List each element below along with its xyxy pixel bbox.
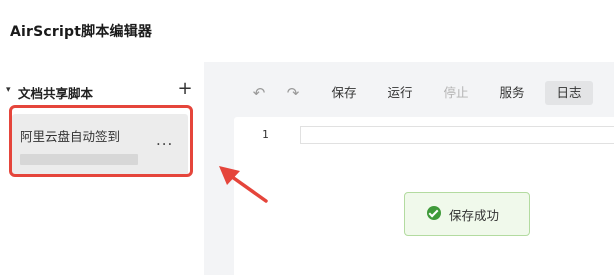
success-toast: 保存成功 bbox=[404, 192, 530, 236]
run-button[interactable]: 运行 bbox=[384, 81, 416, 105]
stop-button[interactable]: 停止 bbox=[440, 81, 472, 105]
save-button[interactable]: 保存 bbox=[328, 81, 360, 105]
add-script-button[interactable]: + bbox=[176, 78, 194, 100]
top-bar: AirScript脚本编辑器 bbox=[0, 0, 614, 62]
redo-icon[interactable]: ↷ bbox=[284, 81, 302, 105]
app-title: AirScript脚本编辑器 bbox=[10, 24, 153, 40]
line-number: 1 bbox=[262, 128, 269, 141]
success-check-icon bbox=[427, 206, 441, 220]
toast-message: 保存成功 bbox=[449, 208, 500, 223]
sidebar-section-header[interactable]: ▾ 文档共享脚本 + bbox=[6, 78, 196, 102]
service-button[interactable]: 服务 bbox=[496, 81, 528, 105]
sidebar-section-label: 文档共享脚本 bbox=[18, 86, 94, 101]
annotation-arrow-icon bbox=[219, 166, 268, 203]
log-button[interactable]: 日志 bbox=[545, 81, 593, 105]
code-line-1[interactable] bbox=[300, 126, 614, 144]
editor-toolbar: ↶ ↷ 保存 运行 停止 服务 日志 bbox=[204, 62, 614, 116]
annotation-highlight-box bbox=[9, 105, 193, 177]
caret-down-icon[interactable]: ▾ bbox=[6, 85, 11, 95]
undo-icon[interactable]: ↶ bbox=[250, 81, 268, 105]
